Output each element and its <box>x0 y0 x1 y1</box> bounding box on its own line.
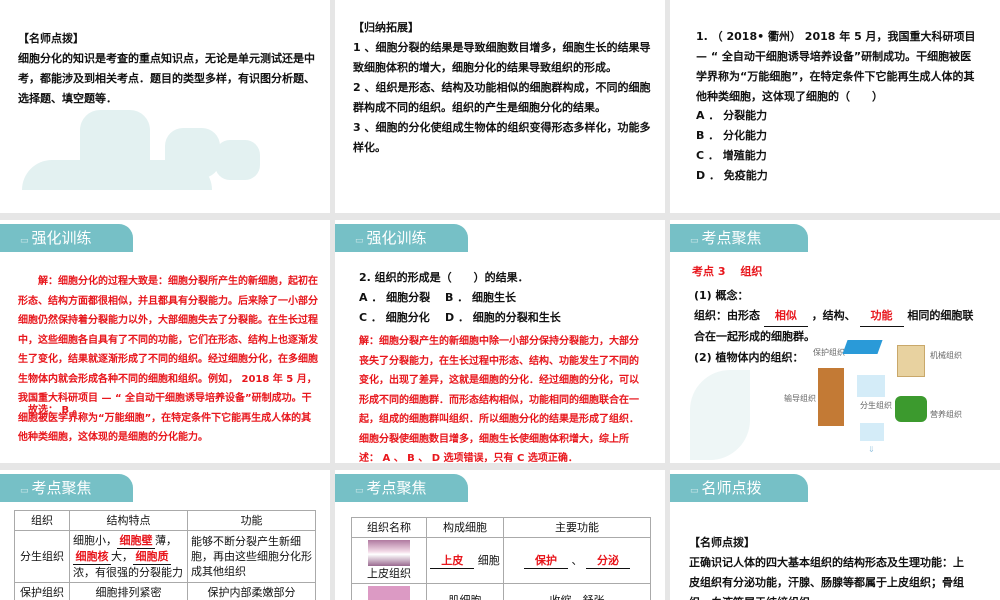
point-2: 2 、组织是形态、结构及功能相似的细胞群构成，不同的细胞群构成不同的组织。组织的… <box>353 81 651 114</box>
option-d[interactable]: D ． 免疫能力 <box>696 166 768 186</box>
section-tab: ▭ 名师点拨 <box>670 474 808 502</box>
option-c[interactable]: C ． 增殖能力 <box>696 146 767 166</box>
slide-6[interactable]: ▭ 考点聚焦 考点 3 组织 (1) 概念： 组织：由形态 相似 ，结构、 功能 … <box>670 220 1000 463</box>
answer-text: 解：细胞分化的过程大致是：细胞分裂所产生的新细胞，起初在形态、结构方面都很相似，… <box>18 276 318 443</box>
silhouette-decoration <box>165 128 220 178</box>
table-row: 分生组织 细胞小， 细胞壁 薄， 细胞核 大， 细胞质浓，有很强的分裂能力 能够不断分裂… <box>14 530 316 583</box>
question-text: 2. 组织的形成是（ ）的结果． <box>359 271 529 284</box>
section-tab: ▭ 考点聚焦 <box>335 474 468 502</box>
table-row: 肌细胞 收缩、舒张 <box>351 583 651 600</box>
option-a[interactable]: A ． 细胞分裂 <box>359 288 430 308</box>
conducting-tissue-image <box>818 368 844 426</box>
question-text: 1. （ 2018• 衢州） 2018 年 5 月，我国重大科研项目 — “ 全… <box>696 30 976 103</box>
tab-title: 名师点拨 <box>701 479 762 497</box>
slide-8[interactable]: ▭ 考点聚焦 组织名称 构成细胞 主要功能 上皮组织 上皮 细胞 保护 、 分泌 肌细… <box>335 470 665 600</box>
book-icon: ▭ <box>690 236 699 246</box>
tab-title: 考点聚焦 <box>31 479 92 497</box>
answer-choice: 故选： B 。 <box>28 405 83 416</box>
table-header-row: 组织 结构特点 功能 <box>14 510 316 531</box>
option-a[interactable]: A ． 分裂能力 <box>696 106 767 126</box>
point-3: 3 、细胞的分化使组成生物体的组织变得形态多样化，功能多样化。 <box>353 121 651 154</box>
heading: 【归纳拓展】 <box>353 21 419 34</box>
point-title: 考点 3 组织 <box>692 265 763 278</box>
answer-text: 解：细胞分裂产生的新细胞中除一小部分保持分裂能力，大部分丧失了分裂能力，在生长过… <box>359 336 639 463</box>
nutritive-tissue-image <box>895 396 927 422</box>
slide-5[interactable]: ▭ 强化训练 2. 组织的形成是（ ）的结果． A ． 细胞分裂 B ． 细胞生长… <box>335 220 665 463</box>
point-1: 1 、细胞分裂的结果是导致细胞数目增多，细胞生长的结果导致细胞体积的增大，细胞分… <box>353 41 651 74</box>
tab-title: 强化训练 <box>31 229 92 247</box>
table-row: 上皮组织 上皮 细胞 保护 、 分泌 <box>351 537 651 584</box>
tab-title: 考点聚焦 <box>366 479 427 497</box>
tissue-table: 组织名称 构成细胞 主要功能 上皮组织 上皮 细胞 保护 、 分泌 肌细胞 收缩、舒… <box>351 517 651 600</box>
muscle-tissue-image <box>368 586 410 600</box>
section-tab: ▭ 强化训练 <box>335 224 468 252</box>
plant-tissue-diagram: 保护组织 机械组织 输导组织 分生组织 营养组织 ⇓ <box>780 335 1000 463</box>
table-header-row: 组织名称 构成细胞 主要功能 <box>351 517 651 538</box>
section-tab: ▭ 考点聚焦 <box>670 224 808 252</box>
epithelial-tissue-image <box>368 540 410 566</box>
body-text: 细胞分化的知识是考查的重点知识点，无论是单元测试还是中考，都能涉及到相关考点．题… <box>18 52 315 105</box>
option-c[interactable]: C ． 细胞分化 <box>359 308 430 328</box>
book-icon: ▭ <box>690 486 699 496</box>
option-b[interactable]: B ． 分化能力 <box>696 126 767 146</box>
option-b[interactable]: B ． 细胞生长 <box>445 288 516 308</box>
blank-2: 功能 <box>859 306 904 327</box>
meristem-image-2 <box>860 423 884 441</box>
table-row: 保护组织 细胞排列紧密 保护内部柔嫩部分 <box>14 582 316 600</box>
body-text: 正确识记人体的四大基本组织的结构形态及生理功能：上皮组织有分泌功能，汗腺、肠腺等… <box>689 556 964 600</box>
blank-1: 相似 <box>763 306 808 327</box>
book-icon: ▭ <box>20 236 29 246</box>
slide-2[interactable]: 【归纳拓展】 1 、细胞分裂的结果是导致细胞数目增多，细胞生长的结果导致细胞体积… <box>335 0 665 213</box>
arrow-down-icon: ⇓ <box>868 445 875 454</box>
book-icon: ▭ <box>355 236 364 246</box>
mechanical-tissue-image <box>897 345 925 377</box>
tab-title: 强化训练 <box>366 229 427 247</box>
tissue-table: 组织 结构特点 功能 分生组织 细胞小， 细胞壁 薄， 细胞核 大， 细胞质浓，有很强的分裂… <box>14 510 316 600</box>
meristem-image <box>857 375 885 397</box>
slide-4[interactable]: ▭ 强化训练 解：细胞分化的过程大致是：细胞分裂所产生的新细胞，起初在形态、结构方… <box>0 220 330 463</box>
heading: 【名师点拨】 <box>18 32 84 45</box>
tab-title: 考点聚焦 <box>701 229 762 247</box>
section-tab: ▭ 强化训练 <box>0 224 133 252</box>
leaf-decoration <box>690 370 750 460</box>
book-icon: ▭ <box>355 486 364 496</box>
concept-label: (1) 概念： <box>694 289 749 302</box>
slide-3[interactable]: 1. （ 2018• 衢州） 2018 年 5 月，我国重大科研项目 — “ 全… <box>670 0 1000 213</box>
slide-1[interactable]: 【名师点拨】 细胞分化的知识是考查的重点知识点，无论是单元测试还是中考，都能涉及… <box>0 0 330 213</box>
slide-9[interactable]: ▭ 名师点拨 【名师点拨】 正确识记人体的四大基本组织的结构形态及生理功能：上皮组… <box>670 470 1000 600</box>
section-tab: ▭ 考点聚焦 <box>0 474 133 502</box>
option-d[interactable]: D ． 细胞的分裂和生长 <box>445 308 561 328</box>
book-icon: ▭ <box>20 486 29 496</box>
slide-7[interactable]: ▭ 考点聚焦 组织 结构特点 功能 分生组织 细胞小， 细胞壁 薄， 细胞核 大， 细胞质浓，… <box>0 470 330 600</box>
protective-tissue-image <box>842 340 883 354</box>
heading: 【名师点拨】 <box>689 536 755 549</box>
silhouette-decoration <box>215 140 260 180</box>
